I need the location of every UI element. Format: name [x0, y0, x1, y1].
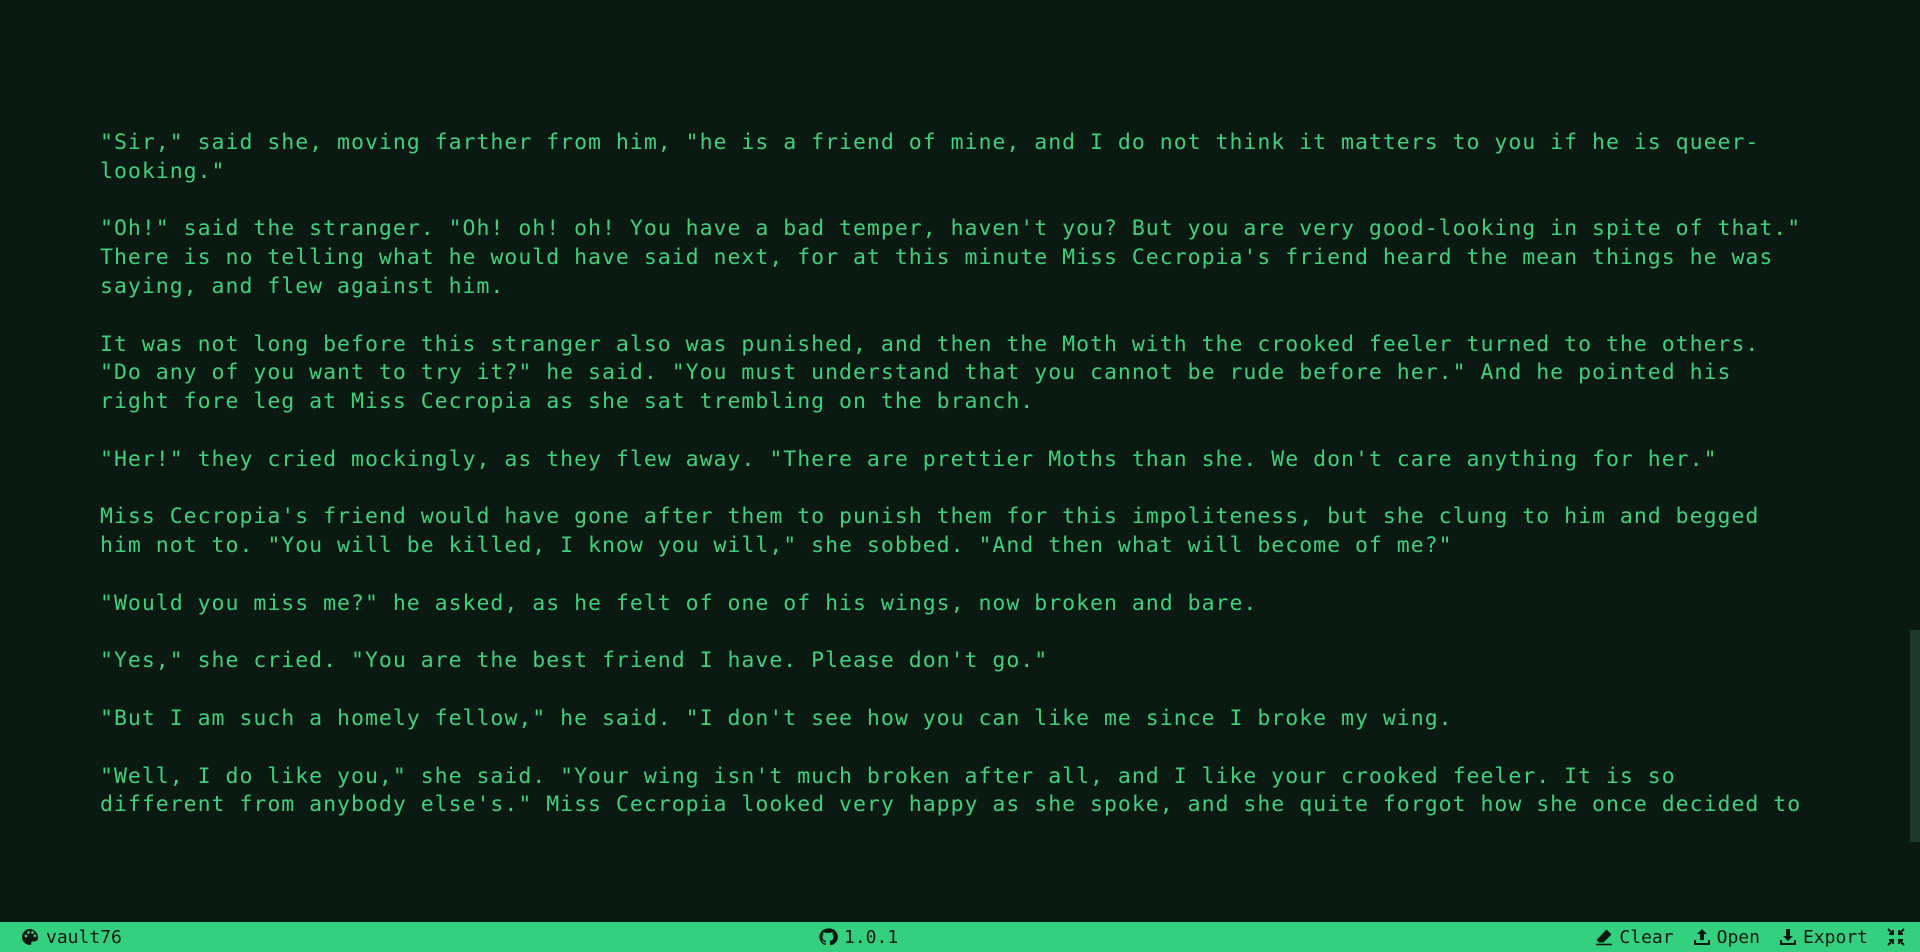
paragraph: It was not long before this stranger als… [100, 331, 1820, 417]
paragraph: "Yes," she cried. "You are the best frie… [100, 647, 1820, 676]
text-line: "Would you miss me?" he asked, as he fel… [100, 590, 1258, 616]
text-line: saying, and flew against him. [100, 273, 505, 299]
text-line: Miss Cecropia's friend would have gone a… [100, 504, 1760, 530]
theme-selector[interactable]: vault76 [20, 922, 122, 952]
text-line: "Oh!" said the stranger. "Oh! oh! oh! Yo… [100, 216, 1802, 242]
paragraph: "Her!" they cried mockingly, as they fle… [100, 446, 1820, 475]
text-line: him not to. "You will be killed, I know … [100, 533, 1453, 559]
upload-icon [1692, 927, 1712, 947]
theme-name: vault76 [46, 926, 122, 948]
text-line: "Sir," said she, moving farther from him… [100, 130, 1760, 155]
paragraph: "But I am such a homely fellow," he said… [100, 705, 1820, 734]
text-line: "Do any of you want to try it?" he said.… [100, 360, 1732, 386]
download-icon [1778, 927, 1798, 947]
version-link[interactable]: 1.0.1 [818, 922, 898, 952]
clear-button[interactable]: Clear [1594, 926, 1674, 948]
export-button[interactable]: Export [1778, 927, 1868, 948]
open-label: Open [1716, 926, 1760, 948]
exit-fullscreen-button[interactable] [1886, 927, 1906, 947]
text-line: There is no telling what he would have s… [100, 245, 1774, 271]
scrollbar-thumb[interactable] [1910, 630, 1920, 842]
clear-label: Clear [1619, 926, 1674, 948]
github-icon [818, 927, 838, 947]
paragraph: "Would you miss me?" he asked, as he fel… [100, 590, 1820, 619]
text-line: "Yes," she cried. "You are the best frie… [100, 648, 1049, 674]
text-line: looking." [100, 158, 226, 184]
paragraph: "Well, I do like you," she said. "Your w… [100, 763, 1820, 821]
status-bar: vault76 1.0.1 Clear Open Export [0, 922, 1920, 952]
export-label: Export [1802, 926, 1868, 948]
text-line: "Her!" they cried mockingly, as they fle… [100, 446, 1718, 472]
paragraph: "Sir," said she, moving farther from him… [100, 129, 1820, 187]
text-line: "But I am such a homely fellow," he said… [100, 705, 1453, 731]
text-line: right fore leg at Miss Cecropia as she s… [100, 389, 1035, 415]
text-line: different from anybody else's." Miss Cec… [100, 792, 1802, 818]
palette-icon [20, 927, 40, 947]
exit-fullscreen-icon [1886, 927, 1906, 947]
paragraph: Miss Cecropia's friend would have gone a… [100, 503, 1820, 561]
eraser-icon [1594, 927, 1614, 947]
statusbar-actions: Clear Open Export [1594, 922, 1906, 952]
paragraph: "Oh!" said the stranger. "Oh! oh! oh! Yo… [100, 215, 1820, 301]
version-number: 1.0.1 [844, 926, 899, 948]
text-line: "Well, I do like you," she said. "Your w… [100, 763, 1676, 789]
text-editor[interactable]: "Sir," said she, moving farther from him… [0, 0, 1920, 922]
document-text[interactable]: "Sir," said she, moving farther from him… [100, 129, 1820, 849]
text-line: It was not long before this stranger als… [100, 331, 1760, 357]
open-button[interactable]: Open [1692, 927, 1760, 948]
